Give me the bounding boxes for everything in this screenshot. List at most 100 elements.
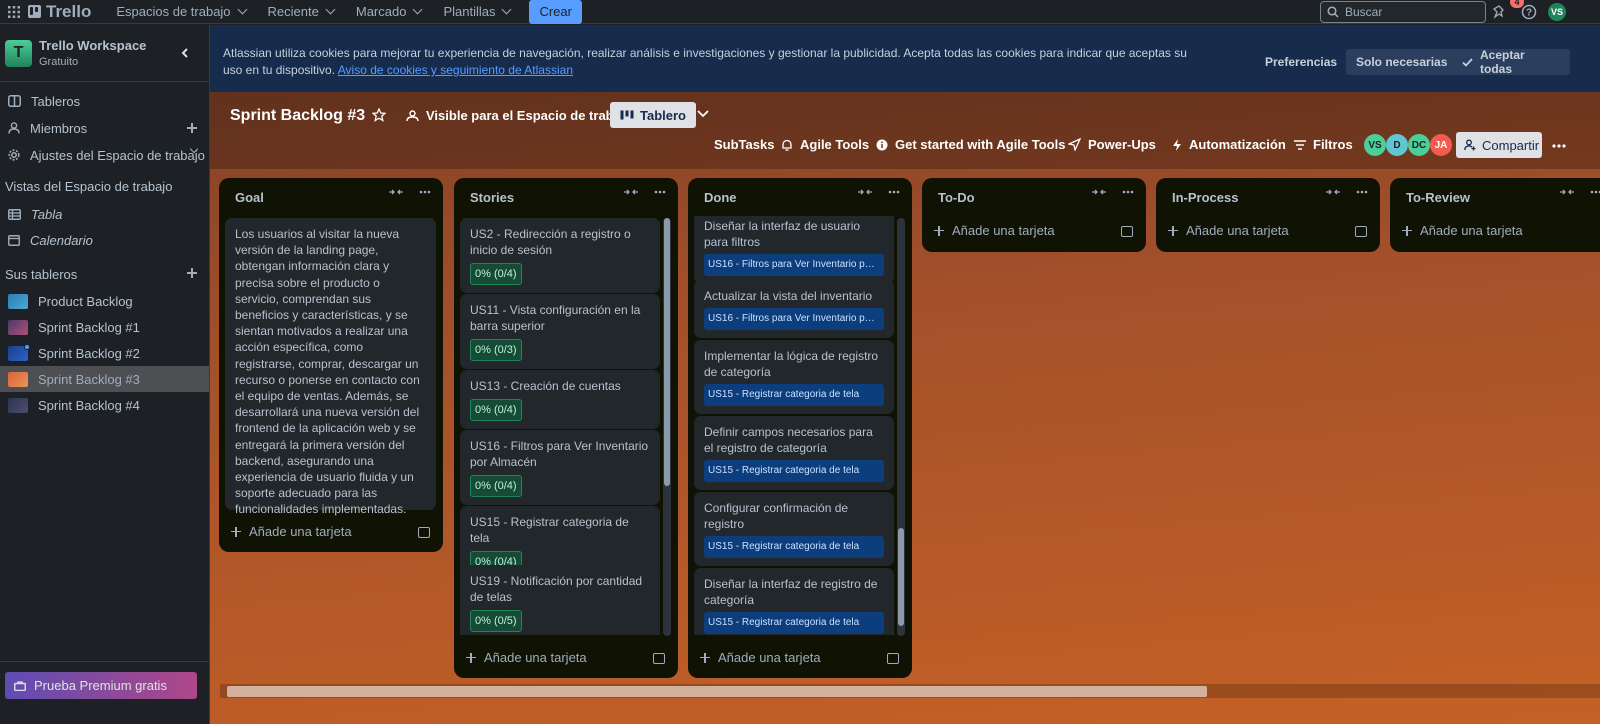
card[interactable]: US13 - Creación de cuentas 0% (0/4) [460,370,660,429]
card[interactable]: US19 - Notificación por cantidad de tela… [460,565,660,635]
share-button[interactable]: Compartir [1456,132,1542,158]
notifications-icon[interactable] [1490,3,1508,21]
list-menu-icon[interactable] [654,190,666,194]
collapse-sidebar-button[interactable] [175,43,195,63]
sidebar-view-table[interactable]: Tabla [0,201,209,227]
collapse-list-icon[interactable] [1560,188,1574,196]
list-scrollbar[interactable] [663,218,671,636]
premium-trial-button[interactable]: Prueba Premium gratis [5,672,197,699]
power-ups-button[interactable]: Power-Ups [1068,137,1156,152]
card-template-icon[interactable] [887,653,899,664]
more-options-icon[interactable] [1552,144,1566,148]
nav-templates[interactable]: Plantillas [432,0,521,24]
user-avatar[interactable]: VS [1548,3,1566,21]
help-icon[interactable]: ? [1520,3,1538,21]
list-title[interactable]: Goal [235,190,264,205]
filters-button[interactable]: Filtros [1294,137,1353,152]
cookie-policy-link[interactable]: Aviso de cookies y seguimiento de Atlass… [338,63,573,77]
get-started-agile-button[interactable]: Get started with Agile Tools [876,137,1065,152]
subtasks-button[interactable]: SubTasks [714,137,774,152]
trello-logo[interactable]: Trello [28,2,91,22]
sidebar-board-sprint-2[interactable]: Sprint Backlog #2 [0,340,209,366]
list-header[interactable]: Stories [454,178,678,216]
apps-grid-icon[interactable] [0,0,28,24]
list-title[interactable]: In-Process [1172,190,1238,205]
sidebar-item-settings[interactable]: Ajustes del Espacio de trabajo [0,142,209,168]
card[interactable]: US11 - Vista configuración en la barra s… [460,294,660,369]
list-menu-icon[interactable] [1590,190,1600,194]
member-avatar[interactable]: D [1386,134,1408,156]
list-menu-icon[interactable] [1122,190,1134,194]
add-member-icon[interactable] [187,123,197,133]
card-template-icon[interactable] [1121,226,1133,237]
list-header[interactable]: To-Do [922,178,1146,216]
list-menu-icon[interactable] [1356,190,1368,194]
card[interactable]: Los usuarios al visitar la nueva versión… [225,218,436,516]
sidebar-item-members[interactable]: Miembros [0,115,209,141]
collapse-list-icon[interactable] [1326,188,1340,196]
sidebar-board-product-backlog[interactable]: Product Backlog [0,288,209,314]
board-title[interactable]: Sprint Backlog #3 [230,107,365,125]
card[interactable]: Actualizar la vista del inventario US16 -… [694,280,894,338]
list-title[interactable]: To-Review [1406,190,1470,205]
list-scrollbar[interactable] [897,218,905,636]
sidebar-board-sprint-4[interactable]: Sprint Backlog #4 [0,392,209,418]
scrollbar-thumb[interactable] [664,218,670,486]
list-title[interactable]: Stories [470,190,514,205]
workspace-avatar[interactable]: T [5,39,32,67]
add-card-button[interactable]: Añade una tarjeta [700,650,821,665]
card-template-icon[interactable] [653,653,665,664]
nav-starred[interactable]: Marcado [345,0,433,24]
list-header[interactable]: In-Process [1156,178,1380,216]
chevron-down-icon[interactable] [697,110,709,118]
cookie-accept-button[interactable]: Aceptar todas [1452,48,1570,76]
add-card-button[interactable]: Añade una tarjeta [466,650,587,665]
cookie-preferences-button[interactable]: Preferencias [1255,49,1347,75]
card[interactable]: Diseñar la interfaz de registro de categ… [694,568,894,635]
cookie-necessary-button[interactable]: Solo necesarias [1346,49,1458,75]
card[interactable]: Diseñar la interfaz de usuario para filt… [694,216,894,284]
list-header[interactable]: Goal [219,178,443,216]
list-title[interactable]: To-Do [938,190,975,205]
collapse-list-icon[interactable] [1092,188,1106,196]
card[interactable]: US2 - Redirección a registro o inicio de… [460,218,660,293]
scrollbar-thumb[interactable] [227,686,1207,697]
nav-recent[interactable]: Reciente [257,0,345,24]
list-menu-icon[interactable] [888,190,900,194]
add-card-button[interactable]: Añade una tarjeta [231,524,352,539]
add-card-button[interactable]: Añade una tarjeta [934,223,1055,238]
search-input[interactable] [1345,5,1475,19]
add-board-icon[interactable] [187,268,197,278]
sidebar-item-boards[interactable]: Tableros [0,88,209,114]
member-avatar[interactable]: DC [1408,134,1430,156]
card[interactable]: Implementar la lógica de registro de cat… [694,340,894,414]
card-template-icon[interactable] [418,527,430,538]
add-card-button[interactable]: Añade una tarjeta [1402,223,1523,238]
automation-button[interactable]: Automatización [1172,137,1286,152]
card[interactable]: Configurar confirmación de registro US15 … [694,492,894,566]
collapse-list-icon[interactable] [858,188,872,196]
nav-workspaces[interactable]: Espacios de trabajo [105,0,256,24]
member-avatar[interactable]: JA [1430,134,1452,156]
sidebar-view-calendar[interactable]: Calendario [0,227,209,253]
workspace-name[interactable]: Trello Workspace [39,38,146,53]
scrollbar-thumb[interactable] [898,528,904,626]
collapse-list-icon[interactable] [389,188,403,196]
card-template-icon[interactable] [1355,226,1367,237]
search-box[interactable] [1320,1,1486,23]
agile-tools-button[interactable]: Agile Tools [781,137,869,152]
list-header[interactable]: Done [688,178,912,216]
member-avatar[interactable]: VS [1364,134,1386,156]
card[interactable]: Definir campos necesarios para el regist… [694,416,894,490]
sidebar-board-sprint-3[interactable]: Sprint Backlog #3 [0,366,209,392]
list-header[interactable]: To-Review [1390,178,1600,216]
create-button[interactable]: Crear [529,0,582,24]
board-horizontal-scrollbar[interactable] [220,684,1600,698]
view-board-button[interactable]: Tablero [610,102,696,128]
list-title[interactable]: Done [704,190,737,205]
star-icon[interactable] [372,108,386,122]
list-menu-icon[interactable] [419,190,431,194]
collapse-list-icon[interactable] [624,188,638,196]
add-card-button[interactable]: Añade una tarjeta [1168,223,1289,238]
card[interactable]: US16 - Filtros para Ver Inventario por A… [460,430,660,505]
